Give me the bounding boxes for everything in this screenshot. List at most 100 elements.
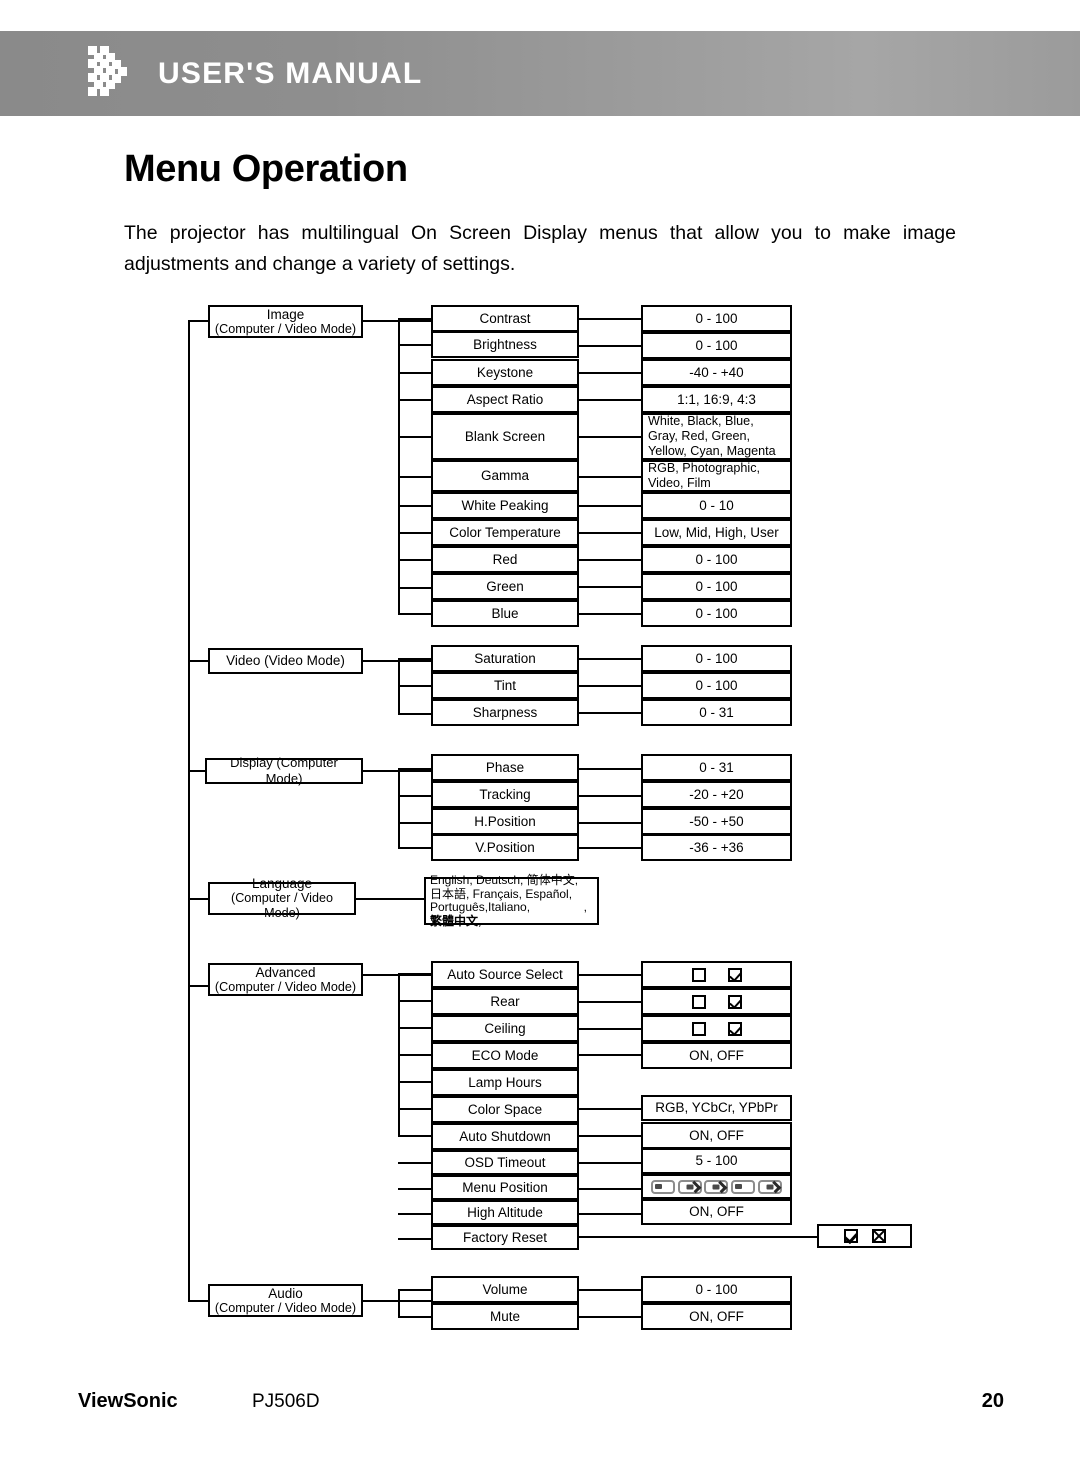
- display-out: [363, 770, 431, 772]
- image-stub-10: [398, 613, 432, 615]
- item-label: Gamma: [480, 468, 529, 483]
- language-options-line-4: 繁體中文,: [430, 913, 482, 928]
- item-box-auto-source-select[interactable]: Auto Source Select: [431, 961, 579, 988]
- item-label: Green: [486, 578, 524, 594]
- group-box-language[interactable]: Language (Computer / Video Mode): [208, 876, 356, 920]
- menu-position-selected-icon[interactable]: [704, 1179, 729, 1194]
- display-rail: [398, 770, 400, 848]
- item-box-green[interactable]: Green: [431, 573, 579, 600]
- advanced-val-stub-3: [579, 1054, 643, 1056]
- value-box-menu-position: [641, 1174, 792, 1199]
- value-text: ON, OFF: [689, 1308, 744, 1324]
- advanced-stub-2: [398, 1027, 432, 1029]
- item-box-factory-reset[interactable]: Factory Reset: [431, 1225, 579, 1250]
- item-box-v-position[interactable]: V.Position: [431, 834, 579, 861]
- unchecked-checkbox-icon[interactable]: [691, 994, 706, 1009]
- item-box-mute[interactable]: Mute: [431, 1303, 579, 1330]
- item-box-gamma[interactable]: Gamma: [431, 460, 579, 492]
- group-box-image[interactable]: Image (Computer / Video Mode): [208, 305, 363, 338]
- item-box-sharpness[interactable]: Sharpness: [431, 699, 579, 726]
- value-box-red: 0 - 100: [641, 546, 792, 573]
- item-box-brightness[interactable]: Brightness: [431, 331, 579, 358]
- menu-position-bottom-right-icon[interactable]: [757, 1179, 782, 1194]
- item-box-tint[interactable]: Tint: [431, 672, 579, 699]
- image-val-stub-5: [579, 476, 643, 478]
- item-box-tracking[interactable]: Tracking: [431, 781, 579, 808]
- value-box-blue: 0 - 100: [641, 600, 792, 627]
- main-spine: [188, 321, 190, 1301]
- item-label: Factory Reset: [462, 1229, 548, 1245]
- value-box-phase: 0 - 31: [641, 754, 792, 781]
- footer-model: PJ506D: [252, 1391, 320, 1412]
- item-label: Keystone: [476, 364, 534, 380]
- footer-brand: ViewSonic: [78, 1390, 178, 1412]
- menu-position-bottom-left-icon[interactable]: [731, 1179, 756, 1194]
- value-box-brightness: 0 - 100: [641, 332, 792, 359]
- checked-checkbox-icon[interactable]: [727, 994, 742, 1009]
- value-box-tint: 0 - 100: [641, 672, 792, 699]
- item-label: V.Position: [475, 839, 535, 855]
- group-label-display: Display (Computer Mode): [230, 755, 338, 786]
- item-box-white-peaking[interactable]: White Peaking: [431, 492, 579, 519]
- item-box-aspect-ratio[interactable]: Aspect Ratio: [431, 386, 579, 413]
- menu-position-center-icon[interactable]: [677, 1179, 702, 1194]
- item-label: Menu Position: [462, 1179, 548, 1195]
- item-box-saturation[interactable]: Saturation: [431, 645, 579, 672]
- value-text: Low, Mid, High, User: [654, 524, 779, 540]
- item-box-h-position[interactable]: H.Position: [431, 808, 579, 835]
- value-box-contrast: 0 - 100: [641, 305, 792, 332]
- item-box-phase[interactable]: Phase: [431, 754, 579, 781]
- item-box-osd-timeout[interactable]: OSD Timeout: [431, 1150, 579, 1175]
- item-box-blank-screen[interactable]: Blank Screen: [431, 413, 579, 460]
- item-box-high-altitude[interactable]: High Altitude: [431, 1200, 579, 1225]
- item-box-eco-mode[interactable]: ECO Mode: [431, 1042, 579, 1069]
- item-box-contrast[interactable]: Contrast: [431, 305, 579, 332]
- video-out: [363, 660, 431, 662]
- value-text: ON, OFF: [689, 1127, 744, 1143]
- value-text: -50 - +50: [689, 813, 744, 829]
- image-val-stub-7: [579, 532, 643, 534]
- image-val-stub-6: [579, 505, 643, 507]
- value-box-factory-reset: [817, 1224, 912, 1248]
- language-options-line-3-trailing: ,: [583, 900, 587, 914]
- item-label: OSD Timeout: [464, 1154, 546, 1170]
- item-box-blue[interactable]: Blue: [431, 600, 579, 627]
- value-text: 0 - 10: [699, 497, 734, 513]
- advanced-val-stub-1: [579, 1001, 643, 1003]
- item-label: White Peaking: [461, 497, 549, 513]
- language-out: [356, 898, 426, 900]
- checked-checkbox-icon[interactable]: [727, 967, 742, 982]
- value-box-auto-shutdown: ON, OFF: [641, 1122, 792, 1149]
- confirm-check-icon[interactable]: [843, 1229, 858, 1243]
- item-box-red[interactable]: Red: [431, 546, 579, 573]
- item-label: Aspect Ratio: [466, 391, 544, 407]
- unchecked-checkbox-icon[interactable]: [691, 967, 706, 982]
- item-box-auto-shutdown[interactable]: Auto Shutdown: [431, 1123, 579, 1150]
- item-box-lamp-hours[interactable]: Lamp Hours: [431, 1069, 579, 1096]
- cancel-cross-icon[interactable]: [871, 1229, 886, 1243]
- audio-rail: [398, 1289, 400, 1317]
- advanced-stub-1: [398, 1000, 432, 1002]
- spine-stub-image: [188, 320, 210, 322]
- video-val-stub-0: [579, 658, 643, 660]
- group-box-display[interactable]: Display (Computer Mode): [205, 755, 363, 786]
- item-box-ceiling[interactable]: Ceiling: [431, 1015, 579, 1042]
- spine-stub-video: [188, 660, 210, 662]
- item-label: Tint: [493, 677, 516, 693]
- checked-checkbox-icon[interactable]: [727, 1021, 742, 1036]
- value-box-mute: ON, OFF: [641, 1303, 792, 1330]
- value-text: 0 - 100: [695, 677, 738, 693]
- item-box-volume[interactable]: Volume: [431, 1276, 579, 1303]
- item-box-color-temperature[interactable]: Color Temperature: [431, 519, 579, 546]
- group-box-video[interactable]: Video (Video Mode): [208, 648, 363, 674]
- value-box-saturation: 0 - 100: [641, 645, 792, 672]
- group-box-advanced[interactable]: Advanced (Computer / Video Mode): [208, 963, 363, 996]
- unchecked-checkbox-icon[interactable]: [691, 1021, 706, 1036]
- menu-position-top-left-icon[interactable]: [651, 1179, 676, 1194]
- image-stub-9: [398, 587, 432, 589]
- group-box-audio[interactable]: Audio (Computer / Video Mode): [208, 1284, 363, 1317]
- item-box-rear[interactable]: Rear: [431, 988, 579, 1015]
- item-box-menu-position[interactable]: Menu Position: [431, 1175, 579, 1200]
- item-box-color-space[interactable]: Color Space: [431, 1096, 579, 1123]
- item-box-keystone[interactable]: Keystone: [431, 359, 579, 386]
